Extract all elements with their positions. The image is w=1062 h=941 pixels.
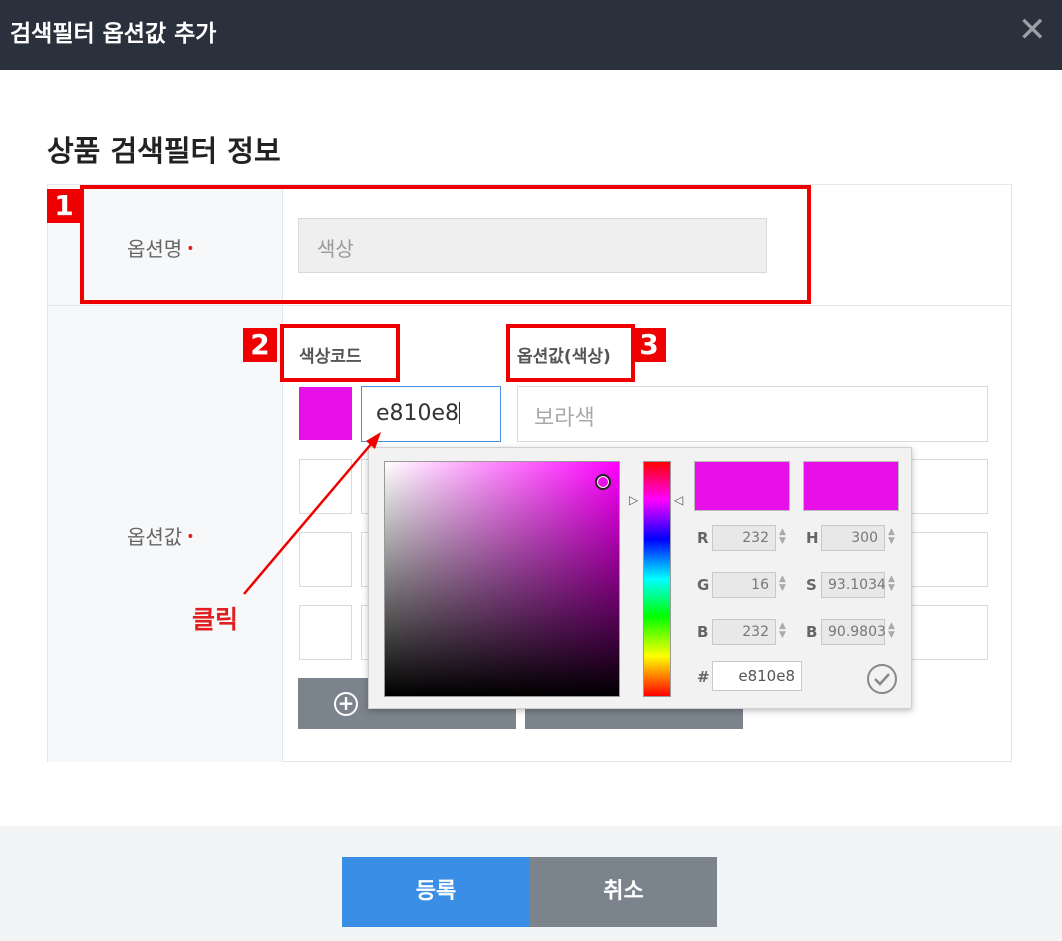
plus-circle-icon: +: [334, 692, 358, 716]
b-label: B: [697, 623, 709, 641]
color-swatch-empty[interactable]: [299, 532, 352, 587]
brightness-spinner-icon[interactable]: ▲ ▼: [888, 622, 895, 640]
s-spinner-icon[interactable]: ▲ ▼: [888, 575, 895, 593]
hex-label: #: [697, 668, 710, 686]
color-picker: ▷ ◁ R 232 ▲ ▼ H 300 ▲ ▼ G 16 ▲ ▼ S 93.1034 …: [368, 447, 912, 709]
option-value-input-empty[interactable]: [905, 605, 988, 660]
cancel-button[interactable]: 취소: [530, 857, 717, 927]
dialog-title: 검색필터 옵션값 추가: [10, 21, 217, 47]
hue-arrow-right-icon: ◁: [674, 493, 684, 507]
highlight-box-1: [80, 185, 811, 304]
saturation-value-area[interactable]: [384, 461, 620, 697]
b-field[interactable]: 232: [712, 619, 776, 645]
option-values-label: 옵션값 •: [127, 521, 194, 550]
s-label: S: [806, 576, 817, 594]
s-field[interactable]: 93.1034: [821, 572, 886, 598]
g-field[interactable]: 16: [712, 572, 776, 598]
hex-field[interactable]: e810e8: [712, 661, 802, 691]
required-mark: •: [186, 529, 195, 545]
color-swatch-empty[interactable]: [299, 459, 352, 514]
hue-arrow-left-icon: ▷: [629, 493, 639, 507]
highlight-box-3: [506, 324, 635, 382]
r-spinner-icon[interactable]: ▲ ▼: [779, 528, 786, 546]
hue-slider[interactable]: [643, 461, 671, 697]
check-circle-icon[interactable]: [866, 663, 898, 695]
option-value-input-empty[interactable]: [905, 532, 988, 587]
annotation-badge-3: 3: [632, 328, 666, 362]
annotation-badge-2: 2: [243, 328, 277, 362]
g-label: G: [697, 576, 710, 594]
color-selector-marker[interactable]: [595, 474, 611, 490]
row-divider: [283, 305, 1012, 306]
g-spinner-icon[interactable]: ▲ ▼: [779, 575, 786, 593]
color-swatch-empty[interactable]: [299, 605, 352, 660]
dialog-titlebar: 검색필터 옵션값 추가 ✕: [0, 0, 1062, 70]
text-cursor: [459, 402, 461, 424]
r-field[interactable]: 232: [712, 525, 776, 551]
color-swatch[interactable]: [299, 387, 352, 440]
close-icon[interactable]: ✕: [1018, 10, 1047, 50]
current-color-preview: [803, 461, 899, 511]
h-field[interactable]: 300: [821, 525, 885, 551]
option-value-input-empty[interactable]: [905, 459, 988, 514]
click-annotation-label: 클릭: [192, 605, 239, 634]
h-spinner-icon[interactable]: ▲ ▼: [888, 528, 895, 546]
annotation-badge-1: 1: [47, 189, 81, 223]
new-color-preview: [694, 461, 790, 511]
r-label: R: [697, 529, 709, 547]
b-spinner-icon[interactable]: ▲ ▼: [779, 622, 786, 640]
h-label: H: [806, 529, 819, 547]
color-code-value: e810e8: [376, 401, 460, 426]
brightness-field[interactable]: 90.9803: [821, 619, 886, 645]
color-code-input[interactable]: e810e8: [361, 386, 501, 442]
brightness-label: B: [806, 623, 818, 641]
submit-button[interactable]: 등록: [342, 857, 530, 927]
highlight-box-2: [280, 324, 400, 382]
option-values-label-text: 옵션값: [127, 525, 183, 549]
section-title: 상품 검색필터 정보: [47, 134, 281, 168]
option-value-input[interactable]: 보라색: [517, 386, 988, 442]
